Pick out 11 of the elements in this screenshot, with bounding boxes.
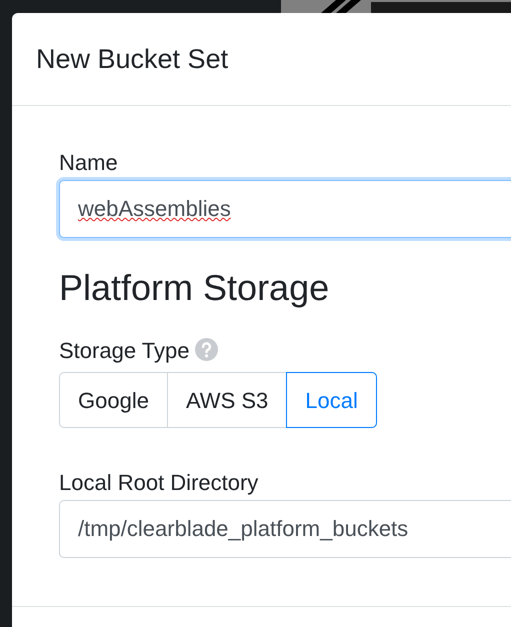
input-field[interactable]: /tmp/clearblade_platform_buckets xyxy=(59,500,511,558)
storage-type-option[interactable]: AWS S3 xyxy=(166,372,288,428)
field-label: Name xyxy=(59,152,118,174)
modal-title: New Bucket Set xyxy=(36,42,228,76)
storage-type-option[interactable]: Local xyxy=(286,372,377,428)
input-field[interactable]: webAssemblies xyxy=(59,180,511,238)
field-label: Local Root Directory xyxy=(59,472,258,494)
field-label: Storage Type xyxy=(59,340,190,362)
storage-type-option[interactable]: Google xyxy=(59,372,168,428)
help-icon[interactable] xyxy=(195,338,218,361)
section-heading: Platform Storage xyxy=(59,270,330,306)
